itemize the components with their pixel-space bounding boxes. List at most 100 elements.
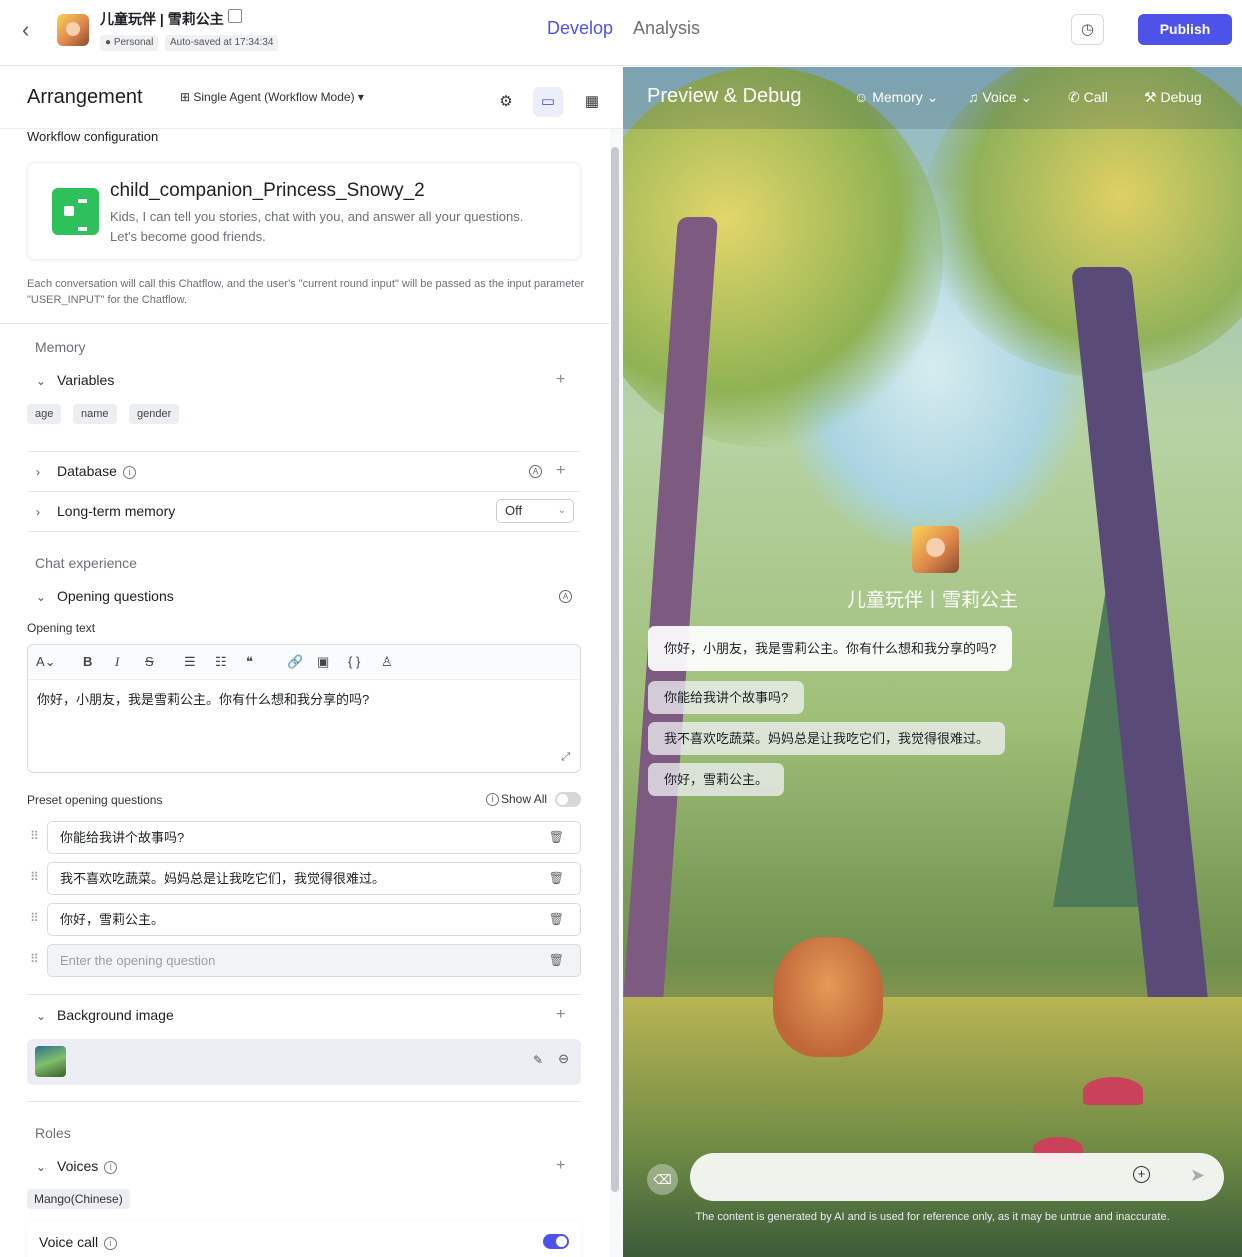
app-title: 儿童玩伴 | 雪莉公主 — [100, 11, 224, 27]
font-size-icon[interactable]: A⌄ — [36, 654, 56, 670]
variables-label[interactable]: Variables — [57, 372, 114, 388]
longterm-memory-select[interactable]: Off ⌄ — [496, 499, 574, 523]
wrench-icon: ⚒ — [1144, 89, 1161, 105]
auto-icon[interactable]: A — [559, 590, 572, 603]
opening-text-content[interactable]: 你好，小朋友，我是雪莉公主。你有什么想和我分享的吗? — [37, 689, 369, 708]
preset-question-input[interactable]: 我不喜欢吃蔬菜。妈妈总是让我吃它们，我觉得很难过。 🗑 — [47, 862, 581, 895]
expand-icon[interactable]: ⤢ — [561, 751, 570, 764]
drag-handle-icon[interactable]: ⠿ — [30, 870, 39, 884]
new-question-input[interactable]: Enter the opening question 🗑 — [47, 944, 581, 977]
chevron-right-icon[interactable]: › — [36, 505, 40, 519]
grid-view-icon[interactable]: ▦ — [577, 87, 607, 117]
user-icon[interactable]: ♙ — [381, 654, 393, 670]
variable-chip-gender[interactable]: gender — [129, 404, 180, 424]
preset-questions-label: Preset opening questions — [27, 793, 163, 807]
chat-experience-section-title: Chat experience — [35, 555, 137, 571]
image-icon[interactable]: ▣ — [317, 654, 329, 670]
drag-handle-icon[interactable]: ⠿ — [30, 952, 39, 966]
tab-develop[interactable]: Develop — [547, 18, 613, 39]
edit-icon[interactable] — [228, 9, 242, 23]
tab-analysis[interactable]: Analysis — [633, 18, 700, 39]
add-attachment-icon[interactable]: + — [1133, 1166, 1150, 1183]
longterm-memory-label[interactable]: Long-term memory — [57, 503, 175, 519]
add-voice-icon[interactable]: + — [556, 1157, 565, 1175]
arrangement-title: Arrangement — [27, 86, 143, 108]
back-icon[interactable]: ‹ — [22, 18, 42, 42]
add-database-icon[interactable]: + — [556, 462, 565, 480]
add-background-icon[interactable]: + — [556, 1006, 565, 1024]
memory-menu[interactable]: ☺ Memory ⌄ — [854, 89, 938, 106]
drag-handle-icon[interactable]: ⠿ — [30, 911, 39, 925]
scrollbar[interactable] — [611, 147, 619, 1192]
new-question-placeholder: Enter the opening question — [60, 953, 216, 968]
chevron-right-icon[interactable]: › — [36, 465, 40, 479]
opening-message-bubble: 你好，小朋友，我是雪莉公主。你有什么想和我分享的吗? — [648, 626, 1013, 671]
trash-icon[interactable]: 🗑 — [549, 822, 564, 853]
chevron-down-icon[interactable]: ⌄ — [36, 590, 46, 604]
trash-icon[interactable]: 🗑 — [549, 863, 564, 894]
suggested-question-chip[interactable]: 你好，雪莉公主。 — [648, 763, 785, 796]
call-button[interactable]: ✆ Call — [1068, 89, 1108, 106]
opening-questions-label[interactable]: Opening questions — [57, 588, 174, 604]
chevron-down-icon[interactable]: ⌄ — [36, 1160, 46, 1174]
bot-name: 儿童玩伴丨雪莉公主 — [846, 590, 1018, 611]
database-label-text: Database — [57, 463, 117, 479]
add-variable-icon[interactable]: + — [556, 371, 565, 389]
layout-toggle-icon[interactable]: ▭ — [533, 87, 563, 117]
variable-braces-icon[interactable]: { } — [348, 654, 360, 669]
variable-chip-name[interactable]: name — [73, 404, 117, 424]
preset-question-text: 我不喜欢吃蔬菜。妈妈总是让我吃它们，我觉得很难过。 — [60, 871, 386, 886]
strikethrough-icon[interactable]: S — [145, 654, 154, 669]
suggested-question-chip[interactable]: 我不喜欢吃蔬菜。妈妈总是让我吃它们，我觉得很难过。 — [648, 722, 1006, 755]
preset-question-text: 你能给我讲个故事吗? — [60, 830, 185, 845]
send-icon[interactable]: ➤ — [1190, 1165, 1205, 1186]
trash-icon[interactable]: 🗑 — [549, 945, 564, 976]
show-all-toggle[interactable] — [555, 792, 581, 807]
personal-tag: ● Personal — [100, 35, 159, 51]
bold-icon[interactable]: B — [83, 654, 92, 669]
voice-call-text: Voice call — [39, 1234, 99, 1250]
bot-avatar — [57, 14, 89, 46]
preset-question-row: ⠿ 你好，雪莉公主。 🗑 — [27, 903, 581, 936]
variable-chip-age[interactable]: age — [27, 404, 62, 424]
database-label[interactable]: Database i — [57, 463, 136, 479]
link-icon[interactable]: 🔗 — [287, 654, 303, 670]
clear-chat-icon[interactable]: ⌫ — [647, 1164, 678, 1195]
trash-icon[interactable]: 🗑 — [549, 904, 564, 935]
opening-text-label: Opening text — [27, 621, 96, 635]
auto-icon[interactable]: A — [529, 465, 542, 478]
divider — [0, 323, 610, 324]
workflow-icon — [52, 188, 99, 235]
remove-icon[interactable]: ⊖ — [558, 1051, 569, 1067]
preset-question-input[interactable]: 你好，雪莉公主。 🗑 — [47, 903, 581, 936]
opening-text-editor[interactable]: A⌄ B I S ☰ ☷ ❝ 🔗 ▣ { } ♙ 你好，小朋友，我是雪莉公主。你… — [27, 644, 581, 773]
debug-button[interactable]: ⚒ Debug — [1144, 89, 1202, 106]
arrangement-header: Arrangement ⊞ Single Agent (Workflow Mod… — [0, 67, 623, 129]
publish-button[interactable]: Publish — [1138, 14, 1232, 45]
chat-input[interactable]: + ➤ — [690, 1153, 1224, 1201]
italic-icon[interactable]: I — [115, 654, 119, 670]
quote-icon[interactable]: ❝ — [246, 654, 253, 670]
workflow-card[interactable]: child_companion_Princess_Snowy_2 Kids, I… — [27, 162, 581, 260]
suggested-question-chip[interactable]: 你能给我讲个故事吗? — [648, 681, 805, 714]
background-thumbnail[interactable] — [35, 1046, 66, 1077]
agent-mode-dropdown[interactable]: ⊞ Single Agent (Workflow Mode) ▾ — [180, 90, 364, 104]
chevron-down-icon[interactable]: ⌄ — [36, 374, 46, 388]
edit-icon[interactable]: ✎ — [533, 1053, 543, 1067]
voice-chip[interactable]: Mango(Chinese) — [27, 1189, 130, 1209]
chevron-down-icon[interactable]: ⌄ — [36, 1009, 46, 1023]
bullet-list-icon[interactable]: ☰ — [184, 654, 196, 670]
drag-handle-icon[interactable]: ⠿ — [30, 829, 39, 843]
numbered-list-icon[interactable]: ☷ — [215, 654, 227, 670]
voice-call-toggle[interactable] — [543, 1234, 569, 1249]
voice-menu[interactable]: ♫ Voice ⌄ — [968, 89, 1032, 106]
voices-label[interactable]: Voices i — [57, 1158, 118, 1174]
preset-question-input[interactable]: 你能给我讲个故事吗? 🗑 — [47, 821, 581, 854]
background-image-label[interactable]: Background image — [57, 1007, 174, 1023]
preview-panel: Preview & Debug ☺ Memory ⌄ ♫ Voice ⌄ ✆ C… — [623, 67, 1242, 1257]
history-button[interactable]: ◷ — [1071, 14, 1104, 45]
divider — [27, 1101, 581, 1102]
model-settings-icon[interactable]: ⚙ — [491, 87, 521, 117]
arrangement-panel: Arrangement ⊞ Single Agent (Workflow Mod… — [0, 67, 623, 1257]
call-label: Call — [1083, 89, 1108, 105]
